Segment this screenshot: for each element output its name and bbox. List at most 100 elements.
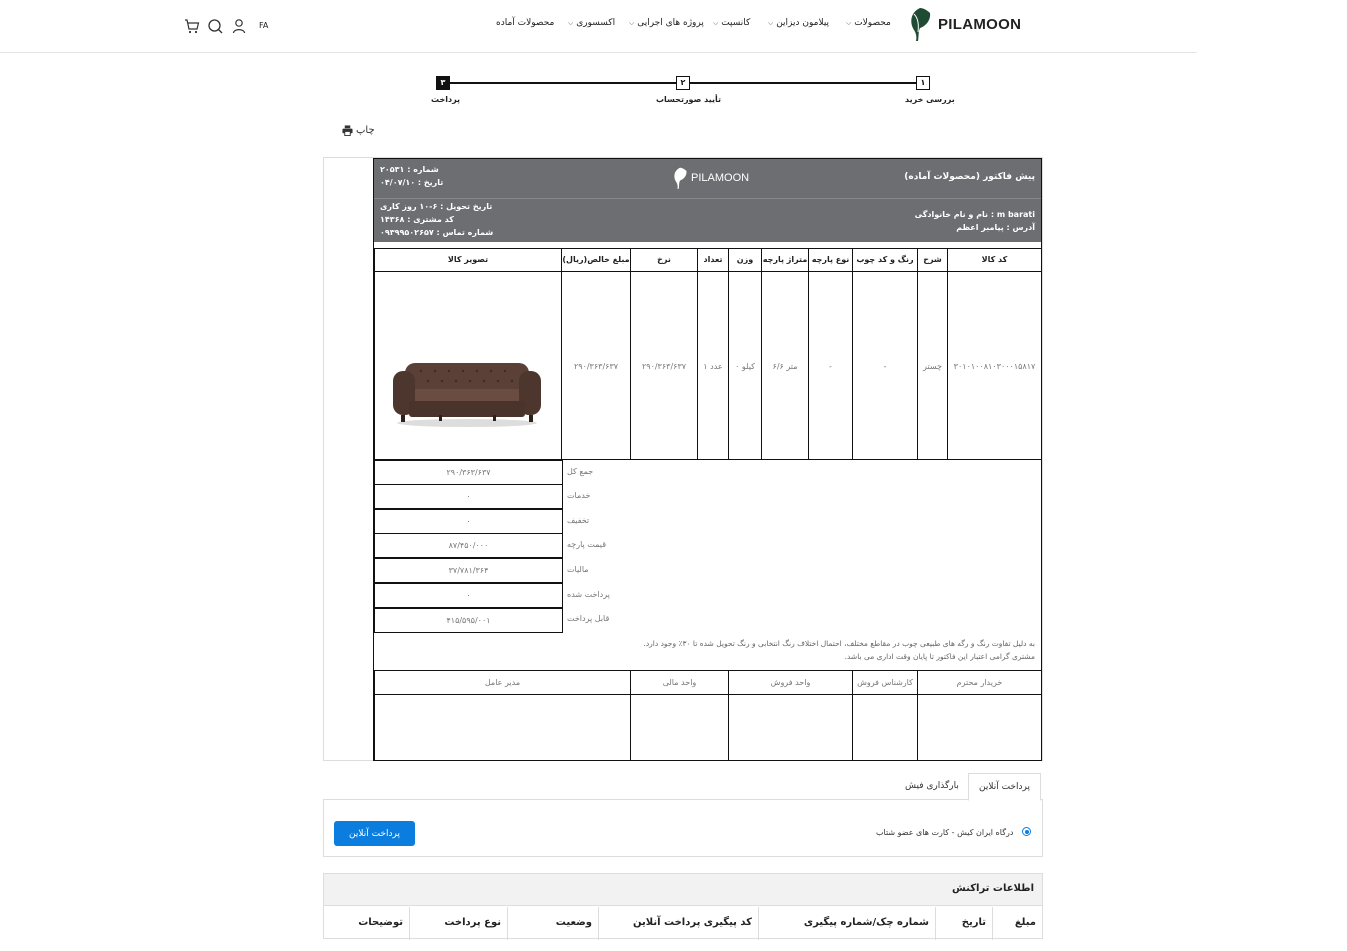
- sig-box-ceo: [374, 694, 631, 761]
- col-product-image: تصویر کالا: [374, 248, 562, 272]
- invoice-title: پیش فاکتور (محصولات آماده): [904, 172, 1035, 182]
- chevron-down-icon: ⌵: [768, 19, 774, 27]
- customer-name: نام و نام خانوادگی : m barati: [914, 210, 1035, 219]
- summary-paid-value: ۰: [374, 583, 563, 608]
- summary-discount-label: تخفیف: [567, 516, 590, 525]
- trans-col-online-code: کد پیگیری پرداخت آنلاین: [598, 907, 758, 940]
- tab-online-payment[interactable]: پرداخت آنلاین: [968, 773, 1041, 801]
- invoice-logo: PILAMOON: [671, 165, 749, 191]
- step-3-marker: ۳: [436, 76, 450, 90]
- sig-box-sales-expert: [852, 694, 918, 761]
- customer-phone: شماره تماس : ۰۹۳۹۹۵۰۲۶۵۷: [380, 228, 494, 237]
- col-fabric-length: متراژ پارچه: [761, 248, 809, 272]
- sig-sales-expert: کارشناس فروش: [852, 670, 918, 695]
- chevron-down-icon: ⌵: [629, 19, 635, 27]
- cell-fabric-type: -: [808, 271, 853, 460]
- cell-wood-color: -: [852, 271, 918, 460]
- col-wood-color: رنگ و کد چوب: [852, 248, 918, 272]
- top-navbar: PILAMOON ⌵ محصولات ⌵ پیلامون دیزاین ⌵ کا…: [0, 0, 1197, 53]
- summary-services-label: خدمات: [567, 491, 591, 500]
- summary-fabric-price-label: قیمت پارچه: [567, 540, 607, 549]
- invoice-number: شماره : ۲۰۵۳۱: [380, 165, 439, 174]
- menu-products[interactable]: ⌵ محصولات: [844, 18, 891, 28]
- invoice-note-validity: مشتری گرامی اعتبار این فاکتور تا پایان و…: [844, 652, 1035, 661]
- chevron-down-icon: ⌵: [846, 19, 852, 27]
- tab-upload-receipt[interactable]: بارگذاری فیش: [895, 773, 969, 801]
- brand-name: PILAMOON: [938, 15, 1022, 33]
- sofa-image: [393, 363, 541, 427]
- sig-ceo: مدیر عامل: [374, 670, 631, 695]
- pay-online-button[interactable]: پرداخت آنلاین: [334, 821, 415, 846]
- customer-info: نام و نام خانوادگی : m barati آدرس : پیا…: [374, 198, 1041, 242]
- leaf-logo-icon: [911, 8, 931, 41]
- summary-discount-value: ۰: [374, 509, 563, 534]
- gateway-radio[interactable]: [1022, 827, 1031, 836]
- cell-product-code: ۳۰۱۰۱۰۰۸۱۰۳۰۰۰۱۵۸۱۷: [947, 271, 1042, 460]
- printer-icon: [342, 125, 353, 136]
- col-rate: نرخ: [630, 248, 698, 272]
- invoice-header: پیش فاکتور (محصولات آماده) PILAMOON شمار…: [374, 159, 1041, 198]
- transactions-header: اطلاعات تراکنش: [324, 874, 1042, 906]
- cell-quantity: ۱ عدد: [697, 271, 729, 460]
- summary-payable-label: قابل پرداخت: [567, 614, 610, 623]
- trans-col-status: وضعیت: [507, 907, 598, 940]
- col-quantity: تعداد: [697, 248, 729, 272]
- summary-fabric-price-value: ۸۷/۴۵۰/۰۰۰: [374, 533, 563, 558]
- sig-sales-unit: واحد فروش: [728, 670, 853, 695]
- sig-finance-unit: واحد مالی: [630, 670, 729, 695]
- col-net-amount: مبلغ خالص(ریال): [561, 248, 631, 272]
- customer-address: آدرس : پیامبر اعظم: [956, 223, 1035, 232]
- step-2-label: تأیید صورتحساب: [656, 95, 721, 104]
- col-fabric-type: نوع پارچه: [808, 248, 853, 272]
- summary-services-value: ۰: [374, 484, 563, 509]
- col-product-code: کد کالا: [947, 248, 1042, 272]
- user-icon[interactable]: [231, 18, 247, 34]
- search-icon[interactable]: [207, 18, 223, 34]
- invoice-note-color: به دلیل تفاوت رنگ و رگه های طبیعی چوب در…: [643, 639, 1035, 648]
- menu-pilamoon-design[interactable]: ⌵ پیلامون دیزاین: [766, 18, 829, 28]
- cell-product-image: [374, 271, 562, 460]
- col-description: شرح: [917, 248, 948, 272]
- summary-total-value: ۲۹۰/۳۶۳/۶۳۷: [374, 460, 563, 485]
- cell-description: چستر: [917, 271, 948, 460]
- print-button[interactable]: چاپ: [342, 125, 375, 136]
- sig-box-finance-unit: [630, 694, 729, 761]
- trans-col-amount: مبلغ: [992, 907, 1042, 940]
- summary-tax-value: ۳۷/۷۸۱/۳۶۴: [374, 558, 563, 583]
- leaf-logo-icon: [674, 167, 687, 189]
- cell-fabric-length: ۶/۶ متر: [761, 271, 809, 460]
- summary-tax-label: مالیات: [567, 565, 589, 574]
- cell-rate: ۲۹۰/۳۶۳/۶۳۷: [630, 271, 698, 460]
- col-weight: وزن: [728, 248, 762, 272]
- invoice-date: تاریخ : ۰۴/۰۷/۱۰: [380, 178, 444, 187]
- step-1-label: بررسی خرید: [905, 95, 955, 104]
- transactions-panel: اطلاعات تراکنش مبلغ تاریخ شماره چک/شماره…: [323, 873, 1043, 940]
- transactions-title: اطلاعات تراکنش: [952, 883, 1034, 894]
- trans-col-payment-type: نوع پرداخت: [409, 907, 507, 940]
- step-2-marker: ۲: [676, 76, 690, 90]
- summary-paid-label: پرداخت شده: [567, 590, 610, 599]
- gateway-label[interactable]: درگاه ایران کیش - کارت های عضو شتاب: [876, 828, 1013, 837]
- cart-icon[interactable]: [184, 18, 200, 34]
- trans-col-notes: توضیحات: [358, 917, 403, 928]
- cell-weight: ۰ کیلو: [728, 271, 762, 460]
- chevron-down-icon: ⌵: [568, 19, 574, 27]
- chevron-down-icon: ⌵: [713, 19, 719, 27]
- menu-concept[interactable]: ⌵ کانسپت: [711, 18, 750, 28]
- trans-col-tracking: شماره چک/شماره پیگیری: [758, 907, 935, 940]
- step-3-label: پرداخت: [431, 95, 461, 104]
- delivery-date: تاریخ تحویل : ۶-۱۰ روز کاری: [380, 202, 493, 211]
- summary-total-label: جمع کل: [567, 467, 594, 476]
- sig-box-buyer: [917, 694, 1042, 761]
- payment-tabs: پرداخت آنلاین بارگذاری فیش: [323, 773, 1043, 801]
- invoice: پیش فاکتور (محصولات آماده) PILAMOON شمار…: [373, 158, 1042, 761]
- trans-col-date: تاریخ: [935, 907, 992, 940]
- language-switch[interactable]: FA: [259, 21, 268, 30]
- menu-ready-products[interactable]: محصولات آماده: [496, 18, 554, 28]
- summary-payable-value: ۴۱۵/۵۹۵/۰۰۱: [374, 608, 563, 633]
- cell-net-amount: ۲۹۰/۳۶۳/۶۳۷: [561, 271, 631, 460]
- sig-box-sales-unit: [728, 694, 853, 761]
- menu-accessories[interactable]: ⌵ اکسسوری: [566, 18, 615, 28]
- menu-projects[interactable]: ⌵ پروژه های اجرایی: [627, 18, 704, 28]
- brand-logo[interactable]: PILAMOON: [906, 6, 1021, 42]
